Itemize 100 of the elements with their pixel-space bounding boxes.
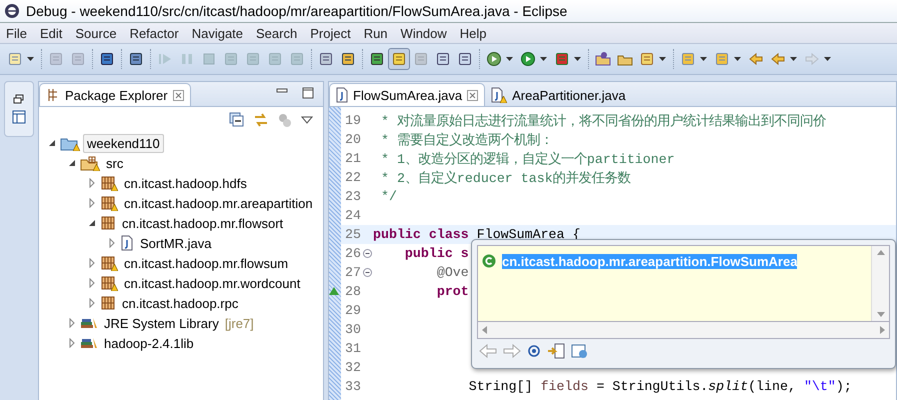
menu-item[interactable]: Navigate: [186, 26, 250, 40]
expand-arrow-icon[interactable]: [87, 198, 97, 208]
expand-arrow-icon[interactable]: [107, 238, 117, 248]
dropdown-caret-icon[interactable]: [574, 57, 581, 61]
tree-item[interactable]: cn.itcast.hadoop.mr.areapartition: [121, 194, 316, 212]
forward-icon: [804, 51, 820, 67]
view-menu-icon[interactable]: [301, 116, 313, 124]
package-icon: [100, 175, 116, 191]
collapse-arrow-icon[interactable]: [87, 218, 97, 228]
line-number: 19: [344, 113, 361, 128]
expand-arrow-icon[interactable]: [87, 178, 97, 188]
window-title: Debug - weekend110/src/cn/itcast/hadoop/mr/areapartition/FlowSumArea.java - Eclipse: [26, 3, 568, 19]
dropdown-caret-icon[interactable]: [540, 57, 547, 61]
collapse-arrow-icon[interactable]: [47, 138, 57, 148]
library-label: [jre7]: [224, 316, 254, 330]
line-number: 21: [344, 151, 361, 166]
line-number: 22: [344, 170, 361, 185]
link-editor-icon[interactable]: [253, 112, 269, 128]
fold-icon[interactable]: [362, 268, 372, 277]
code-line: @Ove: [436, 265, 469, 280]
menu-item[interactable]: Edit: [34, 26, 70, 40]
dropdown-caret-icon[interactable]: [659, 57, 666, 61]
menu-item[interactable]: Project: [304, 26, 358, 40]
collapse-all-icon[interactable]: [229, 112, 245, 128]
menu-item[interactable]: Refactor: [124, 26, 186, 40]
editor-tab[interactable]: FlowSumArea.java: [329, 83, 486, 106]
line-number: 28: [344, 284, 361, 299]
tree-item[interactable]: cn.itcast.hadoop.mr.flowsort: [119, 214, 286, 232]
package-icon: [100, 195, 116, 211]
dropdown-caret-icon[interactable]: [790, 57, 797, 61]
maximize-icon[interactable]: [301, 86, 315, 100]
bug-icon: [486, 51, 502, 67]
tree-item[interactable]: cn.itcast.hadoop.hdfs: [121, 174, 250, 192]
expand-arrow-icon[interactable]: [87, 278, 97, 288]
menu-item[interactable]: Source: [69, 26, 124, 40]
view-tab[interactable]: Package Explorer: [39, 83, 191, 106]
java-file-icon: [120, 235, 134, 251]
open-browser-icon[interactable]: [571, 343, 589, 359]
code-line: * 2、自定义reducer task的并发任务数: [380, 170, 631, 186]
tree-item[interactable]: SortMR.java: [137, 234, 215, 252]
horizontal-scrollbar[interactable]: [477, 322, 890, 339]
tree-item[interactable]: JRE System Library: [101, 314, 222, 332]
dropdown-caret-icon[interactable]: [27, 57, 34, 61]
collapse-arrow-icon[interactable]: [67, 158, 77, 168]
tree-item[interactable]: cn.itcast.hadoop.mr.wordcount: [121, 274, 304, 292]
line-number: 31: [344, 341, 361, 356]
tree-item[interactable]: cn.itcast.hadoop.mr.flowsum: [121, 254, 292, 272]
tree-item[interactable]: cn.itcast.hadoop.rpc: [119, 294, 242, 312]
expand-arrow-icon[interactable]: [67, 338, 77, 348]
menu-item[interactable]: File: [0, 26, 34, 40]
open-declaration-icon[interactable]: [547, 343, 565, 359]
fold-icon[interactable]: [362, 249, 372, 258]
menu-item[interactable]: Search: [250, 26, 304, 40]
package-icon: [100, 255, 116, 271]
dropdown-caret-icon[interactable]: [700, 57, 707, 61]
line-number: 33: [344, 379, 361, 394]
package-icon: [100, 215, 116, 231]
line-number: 24: [344, 208, 361, 223]
tree-item[interactable]: hadoop-2.4.1lib: [101, 334, 197, 352]
code-line: * 对流量原始日志进行流量统计，将不同省份的用户统计结果输出到不同问价: [380, 112, 826, 130]
package-icon: [46, 88, 60, 102]
tree-item[interactable]: src: [103, 154, 126, 172]
javadoc-icon[interactable]: [527, 344, 541, 358]
menu-item[interactable]: Window: [394, 26, 454, 40]
last-edit-icon: [748, 51, 764, 67]
java-file-icon: [491, 87, 504, 103]
scroll-right-icon[interactable]: [880, 326, 885, 334]
code-line: prot: [436, 284, 469, 299]
editor-tab[interactable]: AreaPartitioner.java: [485, 84, 632, 106]
back-icon[interactable]: [479, 344, 497, 358]
expand-arrow-icon[interactable]: [87, 258, 97, 268]
menu-item[interactable]: Run: [358, 26, 395, 40]
dropdown-caret-icon[interactable]: [506, 57, 513, 61]
dropdown-caret-icon[interactable]: [734, 57, 741, 61]
scroll-down-icon[interactable]: [876, 312, 884, 317]
code-line: String[] fields = StringUtils.split(line, "\t");: [468, 379, 852, 394]
scroll-left-icon[interactable]: [482, 326, 487, 334]
code-line: */: [380, 189, 397, 204]
scroll-up-icon[interactable]: [876, 250, 884, 255]
package-icon: [100, 275, 116, 291]
line-number: 30: [344, 322, 361, 337]
expand-arrow-icon[interactable]: [67, 318, 77, 328]
pause-icon: [179, 51, 195, 67]
line-number: 32: [344, 360, 361, 375]
forward-icon[interactable]: [503, 344, 521, 358]
vertical-scrollbar[interactable]: [871, 246, 889, 321]
resume-icon: [157, 51, 173, 67]
view-icon[interactable]: [12, 110, 26, 124]
line-number: 25: [344, 227, 361, 242]
tree-item[interactable]: weekend110: [83, 134, 164, 152]
close-icon[interactable]: [172, 90, 184, 100]
close-icon[interactable]: [467, 90, 478, 100]
code-line: public s: [404, 246, 469, 261]
java-file-icon: [336, 87, 348, 103]
line-number: 26: [344, 246, 361, 261]
menu-item[interactable]: Help: [454, 26, 494, 40]
expand-arrow-icon[interactable]: [87, 298, 97, 308]
restore-icon[interactable]: [13, 94, 25, 104]
code-line: * 需要自定义改造两个机制：: [380, 132, 553, 148]
app-icon: [4, 3, 20, 19]
